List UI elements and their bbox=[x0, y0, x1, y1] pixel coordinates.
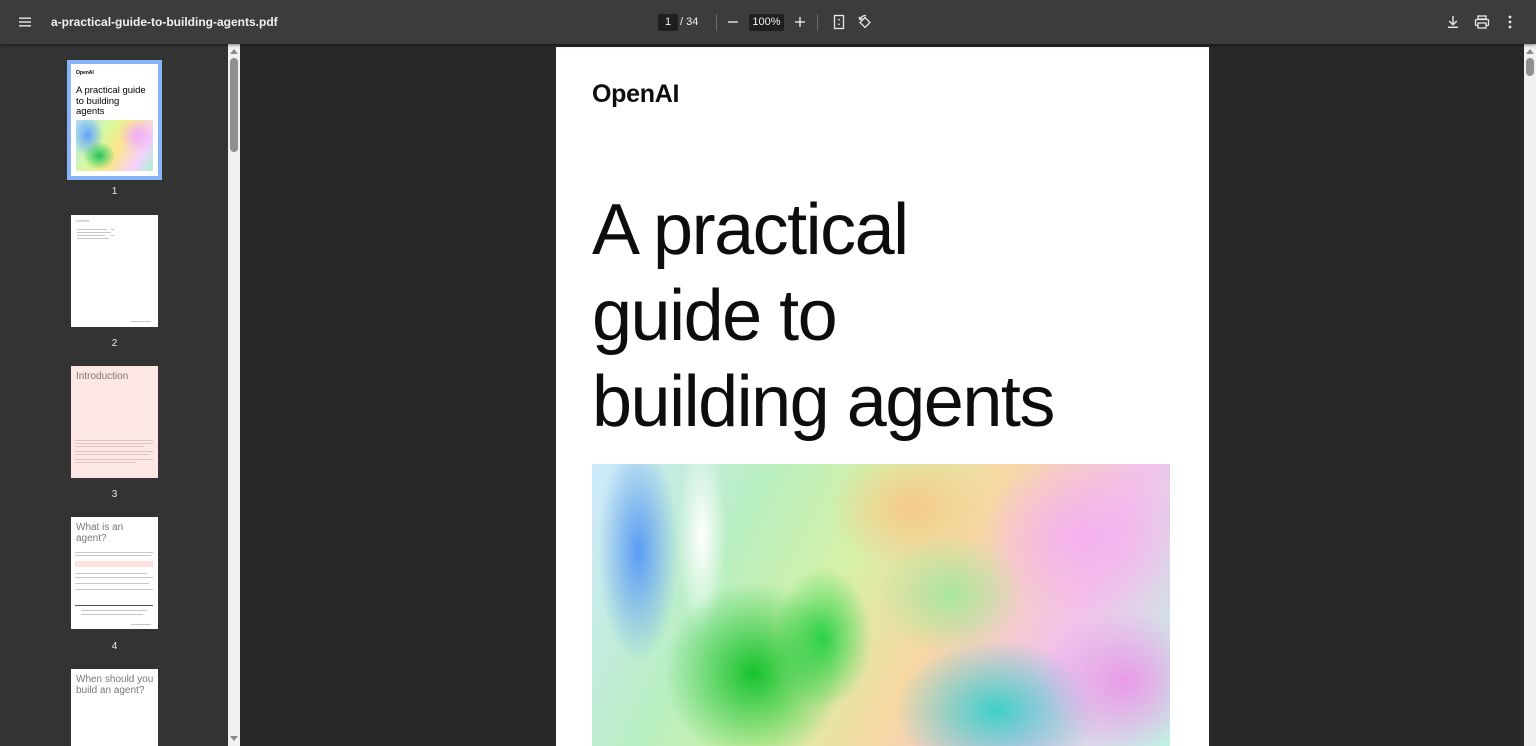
thumbnail-page-2[interactable]: Contents bbox=[71, 215, 158, 327]
print-icon[interactable] bbox=[1472, 12, 1492, 32]
thumbnail-text-line bbox=[111, 229, 114, 230]
thumbnail-page-number: 3 bbox=[111, 489, 118, 500]
scroll-up-arrow-icon[interactable] bbox=[230, 49, 238, 54]
thumbnail-page-number: 1 bbox=[111, 186, 118, 197]
thumbnail-text-line bbox=[77, 235, 105, 236]
zoom-out-icon[interactable] bbox=[723, 12, 743, 32]
thumbnail-cover-image bbox=[76, 120, 153, 171]
thumbnail-heading: Introduction bbox=[76, 371, 129, 382]
cover-abstract-image bbox=[592, 464, 1170, 746]
thumbnail-text-line bbox=[77, 238, 109, 239]
thumbnail-text-line bbox=[77, 232, 111, 233]
scroll-down-arrow-icon[interactable] bbox=[230, 736, 238, 741]
thumbnail-page-4[interactable]: What is an agent? bbox=[71, 517, 158, 629]
thumbnail-page-number: 2 bbox=[111, 338, 118, 349]
page-total-label: / 34 bbox=[680, 16, 699, 28]
thumbnail-title: A practical guide to building agents bbox=[76, 85, 146, 117]
pdf-toolbar: a-practical-guide-to-building-agents.pdf… bbox=[0, 0, 1536, 44]
document-heading: A practical guide to building agents bbox=[592, 187, 1192, 445]
heading-line: guide to bbox=[592, 276, 838, 356]
thumbnail-rule bbox=[75, 605, 153, 606]
thumbnail-text-line bbox=[75, 555, 151, 556]
thumbnail-text-line bbox=[75, 446, 145, 447]
sidebar-scrollbar-thumb[interactable] bbox=[230, 58, 238, 152]
thumbnail-text-line bbox=[75, 440, 153, 441]
zoom-in-icon[interactable] bbox=[790, 12, 810, 32]
page-number-input[interactable]: 1 bbox=[658, 14, 678, 31]
more-options-icon[interactable] bbox=[1500, 12, 1520, 32]
thumbnail-text-line bbox=[75, 451, 153, 452]
thumbnail-text-line bbox=[75, 552, 153, 553]
thumbnail-highlight-box bbox=[75, 561, 153, 567]
pdf-page-1: OpenAI A practical guide to building age… bbox=[556, 47, 1209, 746]
zoom-level-input[interactable]: 100% bbox=[749, 14, 784, 31]
thumbnail-heading: What is an agent? bbox=[76, 522, 124, 544]
thumbnail-text-line bbox=[75, 577, 153, 578]
thumbnail-text-line bbox=[75, 443, 153, 444]
toolbar-divider bbox=[716, 14, 717, 31]
download-icon[interactable] bbox=[1443, 12, 1463, 32]
thumbnail-heading: When should you build an agent? bbox=[76, 674, 154, 696]
hamburger-menu-icon[interactable] bbox=[15, 12, 35, 32]
main-scrollbar[interactable] bbox=[1524, 44, 1536, 746]
document-title: a-practical-guide-to-building-agents.pdf bbox=[51, 15, 278, 29]
thumbnail-text-line bbox=[75, 573, 147, 574]
fit-page-icon[interactable] bbox=[829, 12, 849, 32]
thumbnail-text-line bbox=[75, 462, 135, 463]
heading-line: A practical bbox=[592, 190, 909, 270]
thumbnail-text-line bbox=[75, 454, 149, 455]
rotate-icon[interactable] bbox=[855, 12, 875, 32]
thumbnail-text-line bbox=[75, 459, 153, 460]
main-scrollbar-thumb[interactable] bbox=[1526, 58, 1534, 76]
openai-logo: OpenAI bbox=[592, 80, 680, 108]
thumbnail-text-line bbox=[111, 235, 114, 236]
toolbar-divider bbox=[817, 14, 818, 31]
scroll-up-arrow-icon[interactable] bbox=[1526, 49, 1534, 54]
thumbnail-page-3[interactable]: Introduction bbox=[71, 366, 158, 478]
thumbnail-text-line bbox=[81, 614, 143, 615]
thumbnail-heading: Contents bbox=[75, 219, 90, 223]
thumbnail-text-line bbox=[77, 229, 107, 230]
thumbnail-text-line bbox=[81, 610, 147, 611]
heading-line: building agents bbox=[592, 362, 1055, 442]
thumbnail-text-line bbox=[75, 583, 149, 584]
thumbnail-logo: OpenAI bbox=[76, 70, 94, 76]
thumbnail-text-line bbox=[75, 589, 153, 590]
thumbnail-page-5[interactable]: When should you build an agent? bbox=[71, 669, 158, 746]
thumbnail-page-number: 4 bbox=[111, 641, 118, 652]
thumbnail-page-1[interactable]: OpenAI A practical guide to building age… bbox=[67, 60, 162, 180]
thumbnail-text-line bbox=[131, 321, 151, 322]
thumbnail-text-line bbox=[131, 624, 151, 625]
